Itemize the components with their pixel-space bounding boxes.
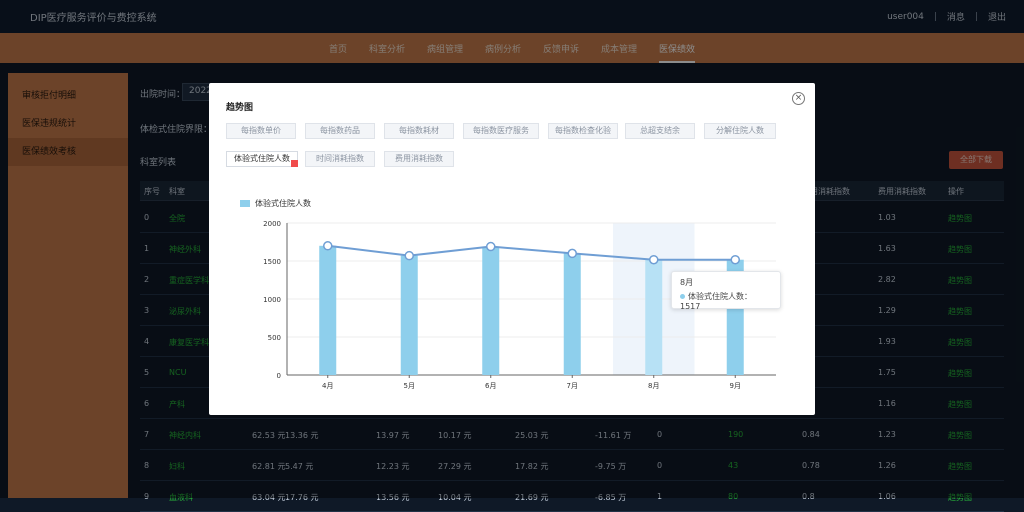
data-point (649, 254, 659, 265)
x-tick-label: 6月 (485, 382, 496, 390)
x-tick-label: 9月 (730, 382, 741, 390)
tooltip-month: 8月 (680, 278, 694, 287)
data-point (404, 250, 414, 261)
data-point (730, 254, 740, 265)
y-tick-label: 2000 (263, 220, 281, 228)
bar (482, 246, 500, 375)
y-tick-label: 1500 (263, 258, 281, 266)
data-point (486, 241, 496, 252)
y-tick-label: 500 (268, 334, 281, 342)
data-point (323, 241, 333, 251)
x-tick-label: 5月 (404, 382, 415, 390)
bar (563, 253, 581, 375)
y-tick-label: 0 (277, 372, 281, 380)
x-tick-label: 7月 (567, 382, 578, 390)
x-tick-label: 4月 (322, 382, 333, 390)
tooltip-dot-icon (680, 294, 685, 299)
data-point (567, 248, 577, 259)
bar (319, 245, 337, 375)
trend-modal: 趋势图 × 每指数单价 每指数药品 每指数耗材 每指数医疗服务 每指数检查化验 … (209, 83, 815, 415)
bar (645, 259, 663, 375)
x-tick-label: 8月 (648, 382, 659, 390)
tooltip-value: 体验式住院人数：1517 (680, 292, 752, 311)
trend-chart: 0 500 1000 1500 2000 4月 5月 6月 7月 8月 9月 (263, 220, 776, 390)
chart-tooltip: 8月 体验式住院人数：1517 (671, 271, 781, 311)
bar (400, 255, 418, 375)
y-tick-label: 1000 (263, 296, 281, 304)
